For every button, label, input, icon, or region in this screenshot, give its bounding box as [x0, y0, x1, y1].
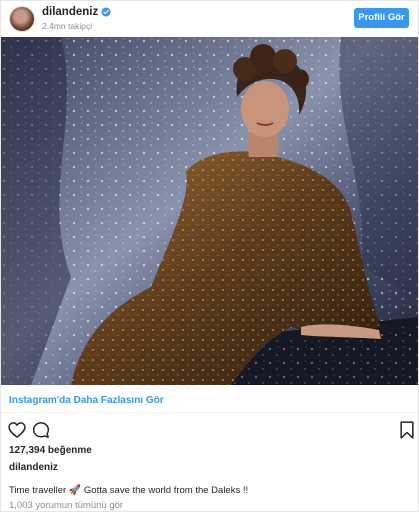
username-row: dilandeniz	[42, 6, 111, 18]
bookmark-icon[interactable]	[397, 420, 417, 440]
avatar[interactable]	[9, 6, 35, 32]
post-header: dilandeniz 2.4mn takipçi Profili Gör	[1, 1, 418, 37]
photo-image	[1, 37, 418, 385]
like-count[interactable]: 127,394 beğenme	[9, 445, 92, 456]
post-photo[interactable]	[1, 37, 418, 385]
post-author-link[interactable]: dilandeniz	[9, 462, 58, 473]
comment-bubble-icon[interactable]	[31, 420, 51, 440]
post-caption: Time traveller 🚀 Gotta save the world fr…	[9, 485, 248, 496]
verified-badge-icon	[101, 7, 111, 17]
instagram-embed-card: dilandeniz 2.4mn takipçi Profili Gör Ins…	[0, 0, 419, 512]
caption-text-start: Time traveller	[9, 485, 67, 496]
heart-icon[interactable]	[7, 420, 27, 440]
action-bar	[1, 418, 418, 440]
divider	[1, 412, 418, 413]
rocket-emoji-icon: 🚀	[68, 485, 82, 496]
view-all-comments-link[interactable]: 1,003 yorumun tümünü gör	[9, 500, 123, 511]
view-profile-button[interactable]: Profili Gör	[354, 8, 409, 28]
caption-text-end: Gotta save the world from the Daleks !!	[83, 485, 249, 496]
username-link[interactable]: dilandeniz	[42, 6, 98, 18]
view-more-on-instagram-link[interactable]: Instagram'da Daha Fazlasını Gör	[9, 395, 164, 406]
follower-count: 2.4mn takipçi	[42, 21, 93, 31]
